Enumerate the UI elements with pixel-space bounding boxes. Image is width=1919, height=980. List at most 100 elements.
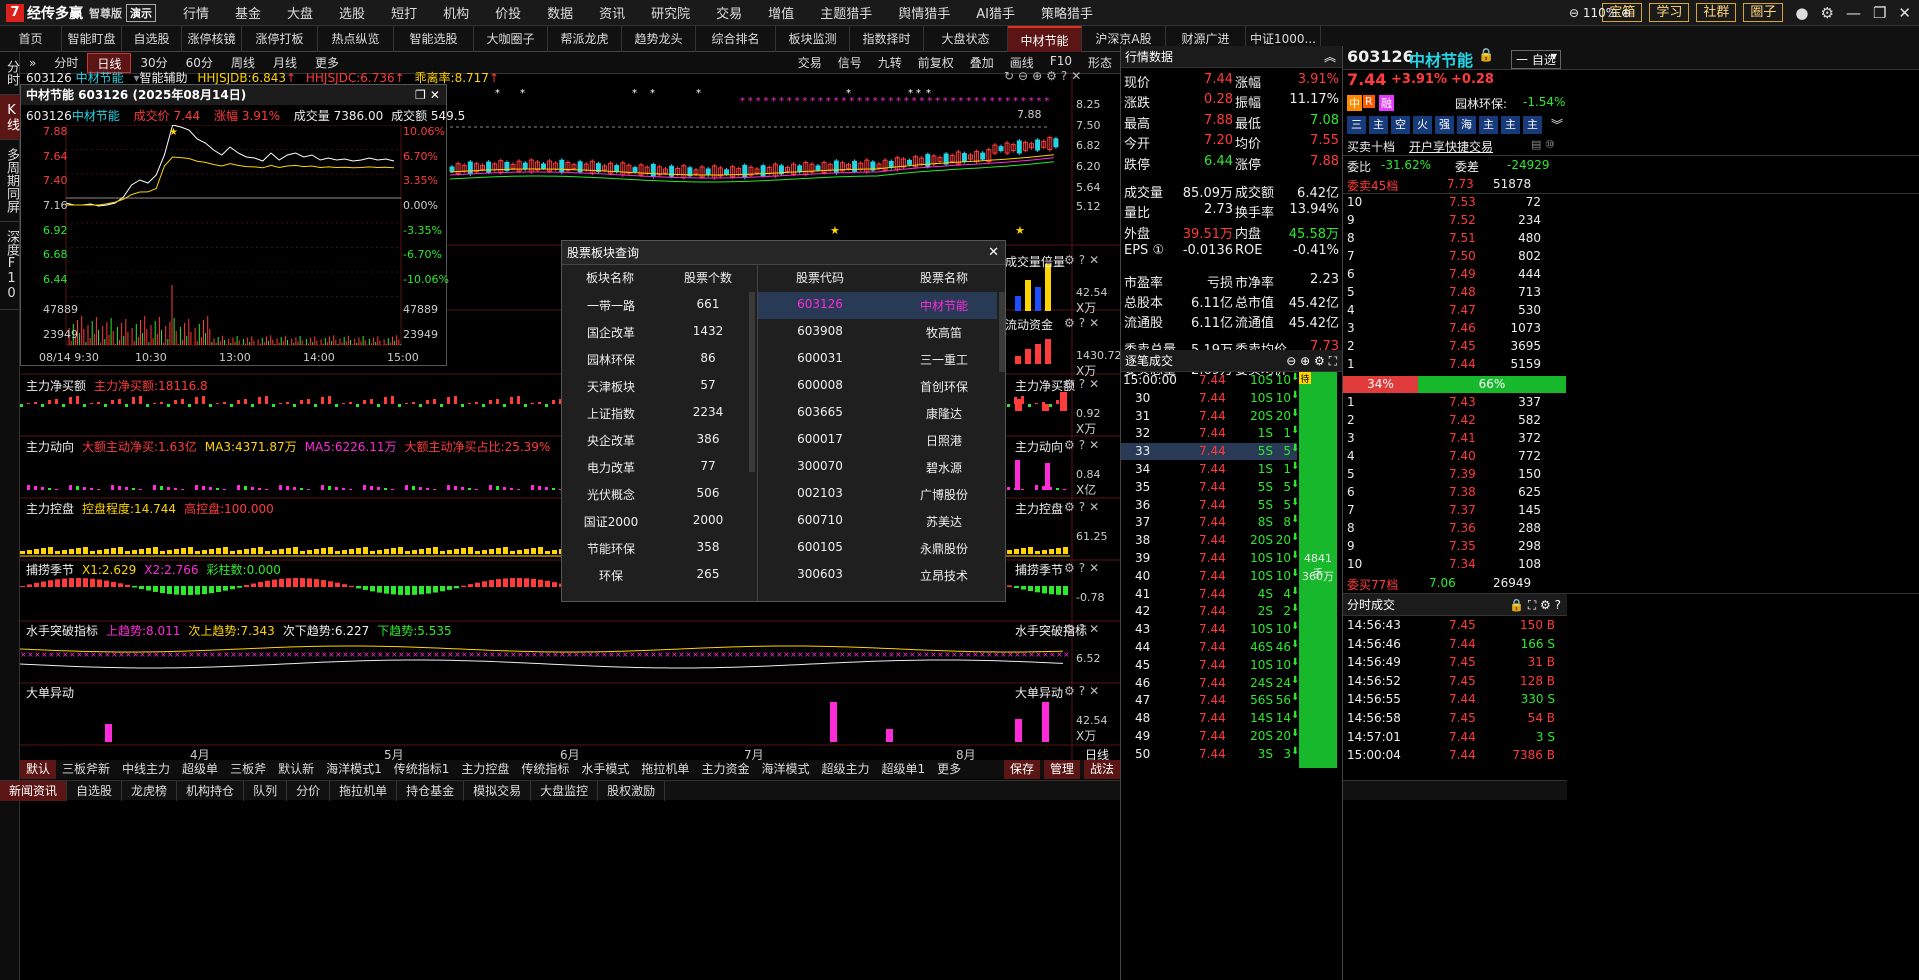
stock-code[interactable]: 600710 (770, 513, 870, 527)
chart-tool-7[interactable]: 形态 (1080, 54, 1120, 71)
gear-icon[interactable]: ⚙ (1821, 4, 1834, 22)
template-14[interactable]: 超级主力 (815, 760, 875, 779)
bottom-tab-2[interactable]: 龙虎榜 (122, 780, 178, 801)
menu-box-2[interactable]: 社群 (1696, 3, 1737, 22)
chart-tool-4[interactable]: 叠加 (962, 54, 1002, 71)
menu-item-12[interactable]: 主题猎手 (807, 3, 885, 22)
stock-tag[interactable]: R (1363, 95, 1375, 108)
template-3[interactable]: 超级单 (176, 760, 224, 779)
menu-box-3[interactable]: 圈子 (1743, 3, 1784, 22)
sector-name[interactable]: 环保 (562, 567, 660, 584)
stock-quick-button[interactable]: 火 (1413, 116, 1432, 134)
sells-row[interactable]: 1 7.44 5159 (1343, 356, 1567, 374)
buys-row[interactable]: 10 7.34 108 (1343, 556, 1567, 574)
chart-tool-0[interactable]: 交易 (790, 54, 830, 71)
menu-item-9[interactable]: 研究院 (638, 3, 703, 22)
sells-row[interactable]: 9 7.52 234 (1343, 212, 1567, 230)
stock-code[interactable]: 600017 (770, 432, 870, 446)
bottom-tab-1[interactable]: 自选股 (67, 780, 123, 801)
left-nav-3[interactable]: 深度F10 (0, 222, 20, 310)
tick-row[interactable]: 50 7.44 3S 3 ⬇ (1121, 746, 1299, 763)
buys-row[interactable]: 8 7.36 288 (1343, 520, 1567, 538)
menu-item-15[interactable]: 策略猎手 (1028, 3, 1106, 22)
tab-12[interactable]: 指数择时 (850, 25, 924, 52)
sector-name[interactable]: 节能环保 (562, 540, 660, 557)
bottom-tab-5[interactable]: 分价 (287, 780, 331, 801)
stock-name[interactable]: 碧水源 (894, 459, 994, 476)
left-nav-2[interactable]: 多周期同屏 (0, 140, 20, 222)
menu-item-10[interactable]: 交易 (703, 3, 755, 22)
stock-name[interactable]: 康隆达 (894, 405, 994, 422)
tick-row[interactable]: 47 7.44 56S 56 ⬇ (1121, 692, 1299, 709)
panel-controls[interactable]: ⚙?✕ (1064, 622, 1103, 636)
fenshi-row[interactable]: 15:00:04 7.44 7386 B (1343, 746, 1567, 764)
stock-code[interactable]: 600105 (770, 540, 870, 554)
bottom-tab-6[interactable]: 拖拉机单 (330, 780, 398, 801)
panel-controls[interactable]: ⚙?✕ (1064, 500, 1103, 514)
chevron-down-icon[interactable]: ︾ (1551, 116, 1563, 133)
close-icon[interactable]: ✕ (988, 241, 999, 265)
template-0[interactable]: 默认 (20, 760, 57, 779)
template-8[interactable]: 主力控盘 (455, 760, 515, 779)
tab-11[interactable]: 板块监测 (776, 25, 850, 52)
stock-quick-button[interactable]: 主 (1501, 116, 1520, 134)
user-icon[interactable]: ● (1795, 4, 1808, 22)
menu-item-14[interactable]: AI猎手 (963, 3, 1028, 22)
stock-quick-button[interactable]: 海 (1457, 116, 1476, 134)
buys-row[interactable]: 2 7.42 582 (1343, 412, 1567, 430)
stock-name[interactable]: 三一重工 (894, 351, 994, 368)
chart-tool-2[interactable]: 九转 (870, 54, 910, 71)
fenshi-row[interactable]: 14:56:43 7.45 150 B (1343, 616, 1567, 634)
template-12[interactable]: 主力资金 (695, 760, 755, 779)
sells-row[interactable]: 7 7.50 802 (1343, 248, 1567, 266)
panel-name[interactable]: 主力净买额 (26, 379, 86, 393)
panel-tools[interactable]: 🔒 ⛶ ⚙ ? (1509, 594, 1561, 616)
sector-label[interactable]: 园林环保: (1455, 95, 1507, 112)
tab-5[interactable]: 热点纵览 (318, 25, 394, 52)
stock-code[interactable]: 300603 (770, 567, 870, 581)
panel-name[interactable]: 主力控盘 (26, 502, 74, 516)
stock-name[interactable]: 苏美达 (894, 513, 994, 530)
buys-row[interactable]: 3 7.41 372 (1343, 430, 1567, 448)
fenshi-row[interactable]: 14:56:49 7.45 31 B (1343, 653, 1567, 671)
tab-0[interactable]: 首页 (0, 25, 62, 52)
chevron-up-icon[interactable]: ︽ (1324, 46, 1336, 68)
menu-item-7[interactable]: 数据 (534, 3, 586, 22)
tick-row[interactable]: 45 7.44 10S 10 ⬇ (1121, 657, 1299, 674)
stock-quick-button[interactable]: 强 (1435, 116, 1454, 134)
tick-row[interactable]: 33 7.44 5S 5 ⬇ (1121, 443, 1299, 461)
panel-controls[interactable]: ⚙?✕ (1064, 253, 1103, 267)
popup-controls[interactable]: ❐ ✕ (415, 85, 440, 105)
tab-7[interactable]: 大咖圈子 (474, 25, 548, 52)
stock-name[interactable]: 牧高笛 (894, 324, 994, 341)
template-10[interactable]: 水手模式 (575, 760, 635, 779)
tab-3[interactable]: 涨停核镜 (182, 25, 242, 52)
menu-box-1[interactable]: 学习 (1649, 3, 1690, 22)
stock-code[interactable]: 300070 (770, 459, 870, 473)
tab-8[interactable]: 帮派龙虎 (548, 25, 622, 52)
tick-row[interactable]: 34 7.44 1S 1 ⬇ (1121, 461, 1299, 478)
stock-code[interactable]: 600008 (770, 378, 870, 392)
tab-13[interactable]: 大盘状态 (924, 25, 1008, 52)
tick-row[interactable]: 15:00:00 7.44 10S 10 ⬇ (1121, 372, 1299, 389)
tab-2[interactable]: 自选股 (122, 25, 182, 52)
tab-4[interactable]: 涨停打板 (242, 25, 318, 52)
menu-item-11[interactable]: 增值 (755, 3, 807, 22)
bottom-tab-8[interactable]: 模拟交易 (464, 780, 532, 801)
stock-quick-button[interactable]: 空 (1391, 116, 1410, 134)
tick-row[interactable]: 40 7.44 10S 10 ⬇ (1121, 568, 1299, 585)
template-5[interactable]: 默认新 (272, 760, 320, 779)
tick-row[interactable]: 49 7.44 20S 20 ⬇ (1121, 728, 1299, 745)
scrollbar[interactable] (749, 292, 755, 472)
sector-name[interactable]: 央企改革 (562, 432, 660, 449)
tab-6[interactable]: 智能选股 (394, 25, 474, 52)
buys-row[interactable]: 1 7.43 337 (1343, 394, 1567, 412)
stock-quick-button[interactable]: 主 (1479, 116, 1498, 134)
buys-row[interactable]: 6 7.38 625 (1343, 484, 1567, 502)
tick-row[interactable]: 44 7.44 46S 46 ⬇ (1121, 639, 1299, 656)
stock-quick-button[interactable]: 主 (1523, 116, 1542, 134)
stock-tag[interactable]: 中 (1347, 95, 1362, 111)
menu-item-4[interactable]: 短打 (378, 3, 430, 22)
left-nav-1[interactable]: K线 (0, 95, 20, 140)
stock-code[interactable]: 603665 (770, 405, 870, 419)
